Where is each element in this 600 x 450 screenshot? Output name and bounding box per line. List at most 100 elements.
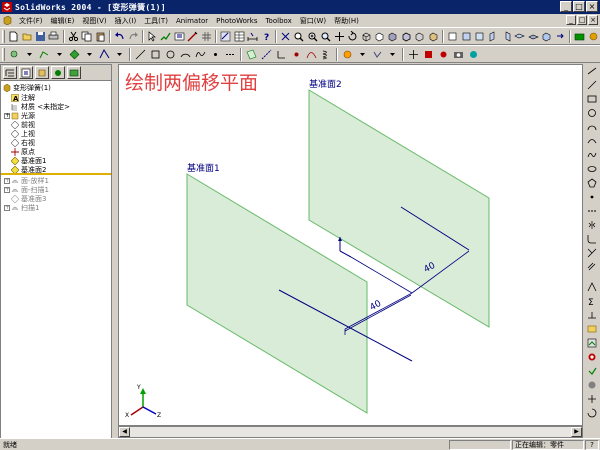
reference-geometry-icon[interactable] [98, 48, 111, 61]
smart-mate-icon[interactable] [8, 48, 21, 61]
dropdown-arrow-icon[interactable] [83, 48, 96, 61]
expand-toggle[interactable]: + [4, 186, 10, 193]
repair-sketch-icon[interactable] [586, 365, 598, 377]
helix-icon[interactable] [320, 48, 333, 61]
undo-icon[interactable] [114, 30, 125, 43]
doc-close-button[interactable]: × [588, 15, 598, 25]
normal-to-icon[interactable] [555, 30, 566, 43]
right-view-icon[interactable] [501, 30, 512, 43]
menu-window[interactable]: 窗口(W) [296, 16, 330, 26]
table-icon[interactable] [233, 30, 244, 43]
render-icon[interactable] [467, 48, 480, 61]
scroll-right-arrow-icon[interactable]: ▶ [571, 427, 582, 437]
print-icon[interactable] [48, 30, 59, 43]
dropdown-arrow-icon[interactable] [356, 48, 369, 61]
plane1-label[interactable]: 基准面1 [187, 161, 220, 174]
copy-icon[interactable] [81, 30, 92, 43]
shaded-icon[interactable] [387, 30, 398, 43]
front-view-icon[interactable] [460, 30, 471, 43]
dropdown-arrow-icon[interactable] [23, 48, 36, 61]
menu-photoworks[interactable]: PhotoWorks [212, 17, 261, 25]
toolbox-icon[interactable] [574, 30, 585, 43]
ellipse-tool-icon[interactable] [586, 163, 598, 175]
toolbar-grip[interactable] [2, 47, 5, 61]
dropdown-arrow-icon[interactable] [113, 48, 126, 61]
tree-root[interactable]: 变形弹簧(1) [3, 83, 51, 92]
rotate-icon[interactable] [347, 30, 358, 43]
tab-property-manager[interactable] [19, 66, 33, 79]
paste-icon[interactable] [95, 30, 106, 43]
options-icon[interactable] [174, 30, 185, 43]
redo-icon[interactable] [127, 30, 138, 43]
rebuild-icon[interactable] [160, 30, 172, 43]
close-button[interactable]: × [586, 1, 598, 12]
expand-toggle[interactable]: + [4, 112, 10, 119]
section-view-icon[interactable] [428, 30, 439, 43]
add-relation-icon[interactable] [586, 281, 598, 293]
plane-feature-icon[interactable] [245, 48, 258, 61]
minimize-button[interactable]: _ [560, 1, 572, 12]
menu-help[interactable]: 帮助(H) [330, 16, 363, 26]
zoom-area-icon[interactable] [320, 30, 331, 43]
line-tool-icon[interactable] [586, 79, 598, 91]
isometric-view-icon[interactable] [541, 30, 552, 43]
tree-item-sweep[interactable]: + 扫描1 [4, 203, 39, 212]
dimension-icon[interactable] [247, 30, 258, 43]
zoom-in-icon[interactable] [307, 30, 318, 43]
open-folder-icon[interactable] [21, 30, 32, 43]
tree-item-material[interactable]: 材质 <未指定> [11, 102, 70, 111]
tab-configuration-manager[interactable] [35, 66, 49, 79]
part-document-icon[interactable] [3, 16, 12, 25]
sketch-line-icon[interactable] [134, 48, 147, 61]
shaded-edges-icon[interactable] [401, 30, 412, 43]
arc-tool-icon[interactable] [586, 121, 598, 133]
modify-sketch-icon[interactable] [586, 379, 598, 391]
ref-point-icon[interactable] [290, 48, 303, 61]
sketch-picture-icon[interactable] [586, 337, 598, 349]
expand-toggle[interactable]: + [4, 204, 10, 211]
mirror-tool-icon[interactable] [586, 219, 598, 231]
arc-icon[interactable] [179, 48, 192, 61]
point-tool-icon[interactable] [586, 191, 598, 203]
hidden-lines-icon[interactable] [374, 30, 385, 43]
centerline-tool-icon[interactable] [586, 205, 598, 217]
stop-icon[interactable] [422, 48, 435, 61]
tab-feature-manager[interactable] [3, 66, 17, 79]
zoom-fit-icon[interactable] [293, 30, 304, 43]
tab-display-manager[interactable] [51, 66, 65, 79]
color-icon[interactable] [341, 48, 354, 61]
rotate-sketch-icon[interactable] [586, 407, 598, 419]
dropdown-arrow-icon[interactable] [386, 48, 399, 61]
cut-icon[interactable] [68, 30, 79, 43]
menu-toolbox[interactable]: Toolbox [261, 17, 295, 25]
left-view-icon[interactable] [487, 30, 498, 43]
spline-tool-icon[interactable] [586, 149, 598, 161]
horizontal-scrollbar[interactable]: ◀ ▶ [118, 426, 583, 438]
new-file-icon[interactable] [8, 30, 19, 43]
save-icon[interactable] [35, 30, 46, 43]
back-view-icon[interactable] [474, 30, 485, 43]
polygon-tool-icon[interactable] [586, 177, 598, 189]
menu-edit[interactable]: 编辑(E) [47, 16, 79, 26]
menu-tools[interactable]: 工具(T) [140, 16, 172, 26]
sum-icon[interactable]: Σ [586, 295, 598, 307]
curve-icon[interactable] [305, 48, 318, 61]
spline-icon[interactable] [194, 48, 207, 61]
display-relations-icon[interactable] [586, 309, 598, 321]
menu-insert[interactable]: 插入(I) [111, 16, 141, 26]
bottom-view-icon[interactable] [528, 30, 539, 43]
toolbar-grip[interactable] [2, 29, 5, 43]
camera-icon[interactable] [452, 48, 465, 61]
sketch-icon[interactable] [187, 30, 198, 43]
rollback-bar[interactable] [1, 173, 111, 175]
graphics-area[interactable]: 绘制两偏移平面 基准面1 基准面2 40 40 Y X Z [118, 64, 583, 426]
plane2-label[interactable]: 基准面2 [309, 77, 342, 90]
doc-restore-button[interactable]: □ [577, 15, 587, 25]
rotate-view-icon[interactable] [280, 30, 291, 43]
move-sketch-icon[interactable] [586, 393, 598, 405]
menu-view[interactable]: 视图(V) [78, 16, 110, 26]
rect-tool-icon[interactable] [586, 93, 598, 105]
move-icon[interactable] [407, 48, 420, 61]
sketch-tools-icon[interactable] [38, 48, 51, 61]
wireframe-icon[interactable] [360, 30, 371, 43]
